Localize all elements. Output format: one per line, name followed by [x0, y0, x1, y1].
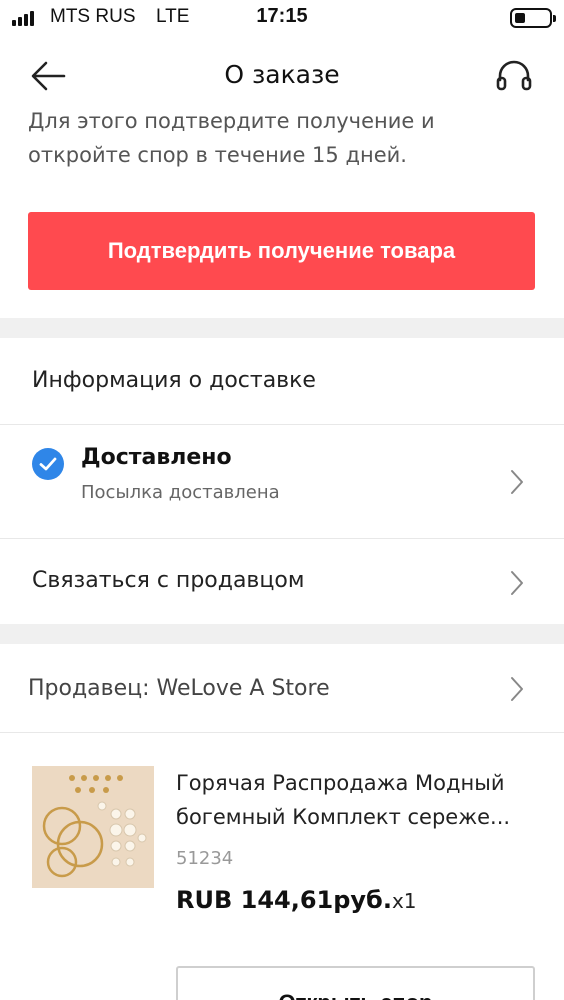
- product-image[interactable]: [32, 766, 154, 888]
- check-circle-icon: [32, 448, 64, 480]
- battery-icon: [510, 8, 556, 28]
- chevron-right-icon: [511, 677, 523, 701]
- delivery-status-row[interactable]: Доставлено Посылка доставлена: [0, 426, 564, 538]
- headset-icon[interactable]: [494, 58, 534, 94]
- product-title[interactable]: Горячая Распродажа Модный богемный Компл…: [176, 766, 538, 834]
- product-title-line: богемный Комплект сереже...: [176, 805, 511, 829]
- divider: [0, 538, 564, 539]
- product-title-line: Горячая Распродажа Модный: [176, 771, 505, 795]
- section-separator: [0, 624, 564, 644]
- seller-name-label: Продавец: WeLove A Store: [28, 676, 330, 701]
- contact-seller-row[interactable]: Связаться с продавцом: [0, 540, 564, 624]
- seller-row[interactable]: Продавец: WeLove A Store: [0, 646, 564, 732]
- price-value: RUB 144,61руб.: [176, 886, 392, 914]
- confirm-notice-text: Для этого подтвердите получение и открой…: [28, 109, 435, 167]
- chevron-right-icon: [511, 470, 523, 494]
- delivery-status-label: Доставлено: [81, 445, 232, 470]
- status-bar: MTS RUS LTE 17:15: [0, 0, 564, 38]
- page-title: О заказе: [224, 60, 340, 89]
- product-item[interactable]: Горячая Распродажа Модный богемный Компл…: [0, 734, 564, 934]
- confirm-receipt-button[interactable]: Подтвердить получение товара: [28, 212, 535, 290]
- chevron-right-icon: [511, 571, 523, 595]
- delivery-status-detail: Посылка доставлена: [81, 482, 280, 503]
- earrings-set-image: [32, 766, 154, 888]
- contact-seller-label: Связаться с продавцом: [32, 568, 305, 593]
- product-quantity: x1: [391, 889, 417, 913]
- section-separator: [0, 318, 564, 338]
- divider: [0, 732, 564, 733]
- product-sku: 51234: [176, 848, 234, 869]
- navigation-bar: О заказе: [0, 44, 564, 108]
- status-time: 17:15: [256, 5, 308, 27]
- delivery-info-title: Информация о доставке: [32, 368, 316, 393]
- divider: [0, 424, 564, 425]
- product-price: RUB 144,61руб.x1: [176, 886, 417, 914]
- open-dispute-button[interactable]: Открыть спор: [176, 966, 535, 1000]
